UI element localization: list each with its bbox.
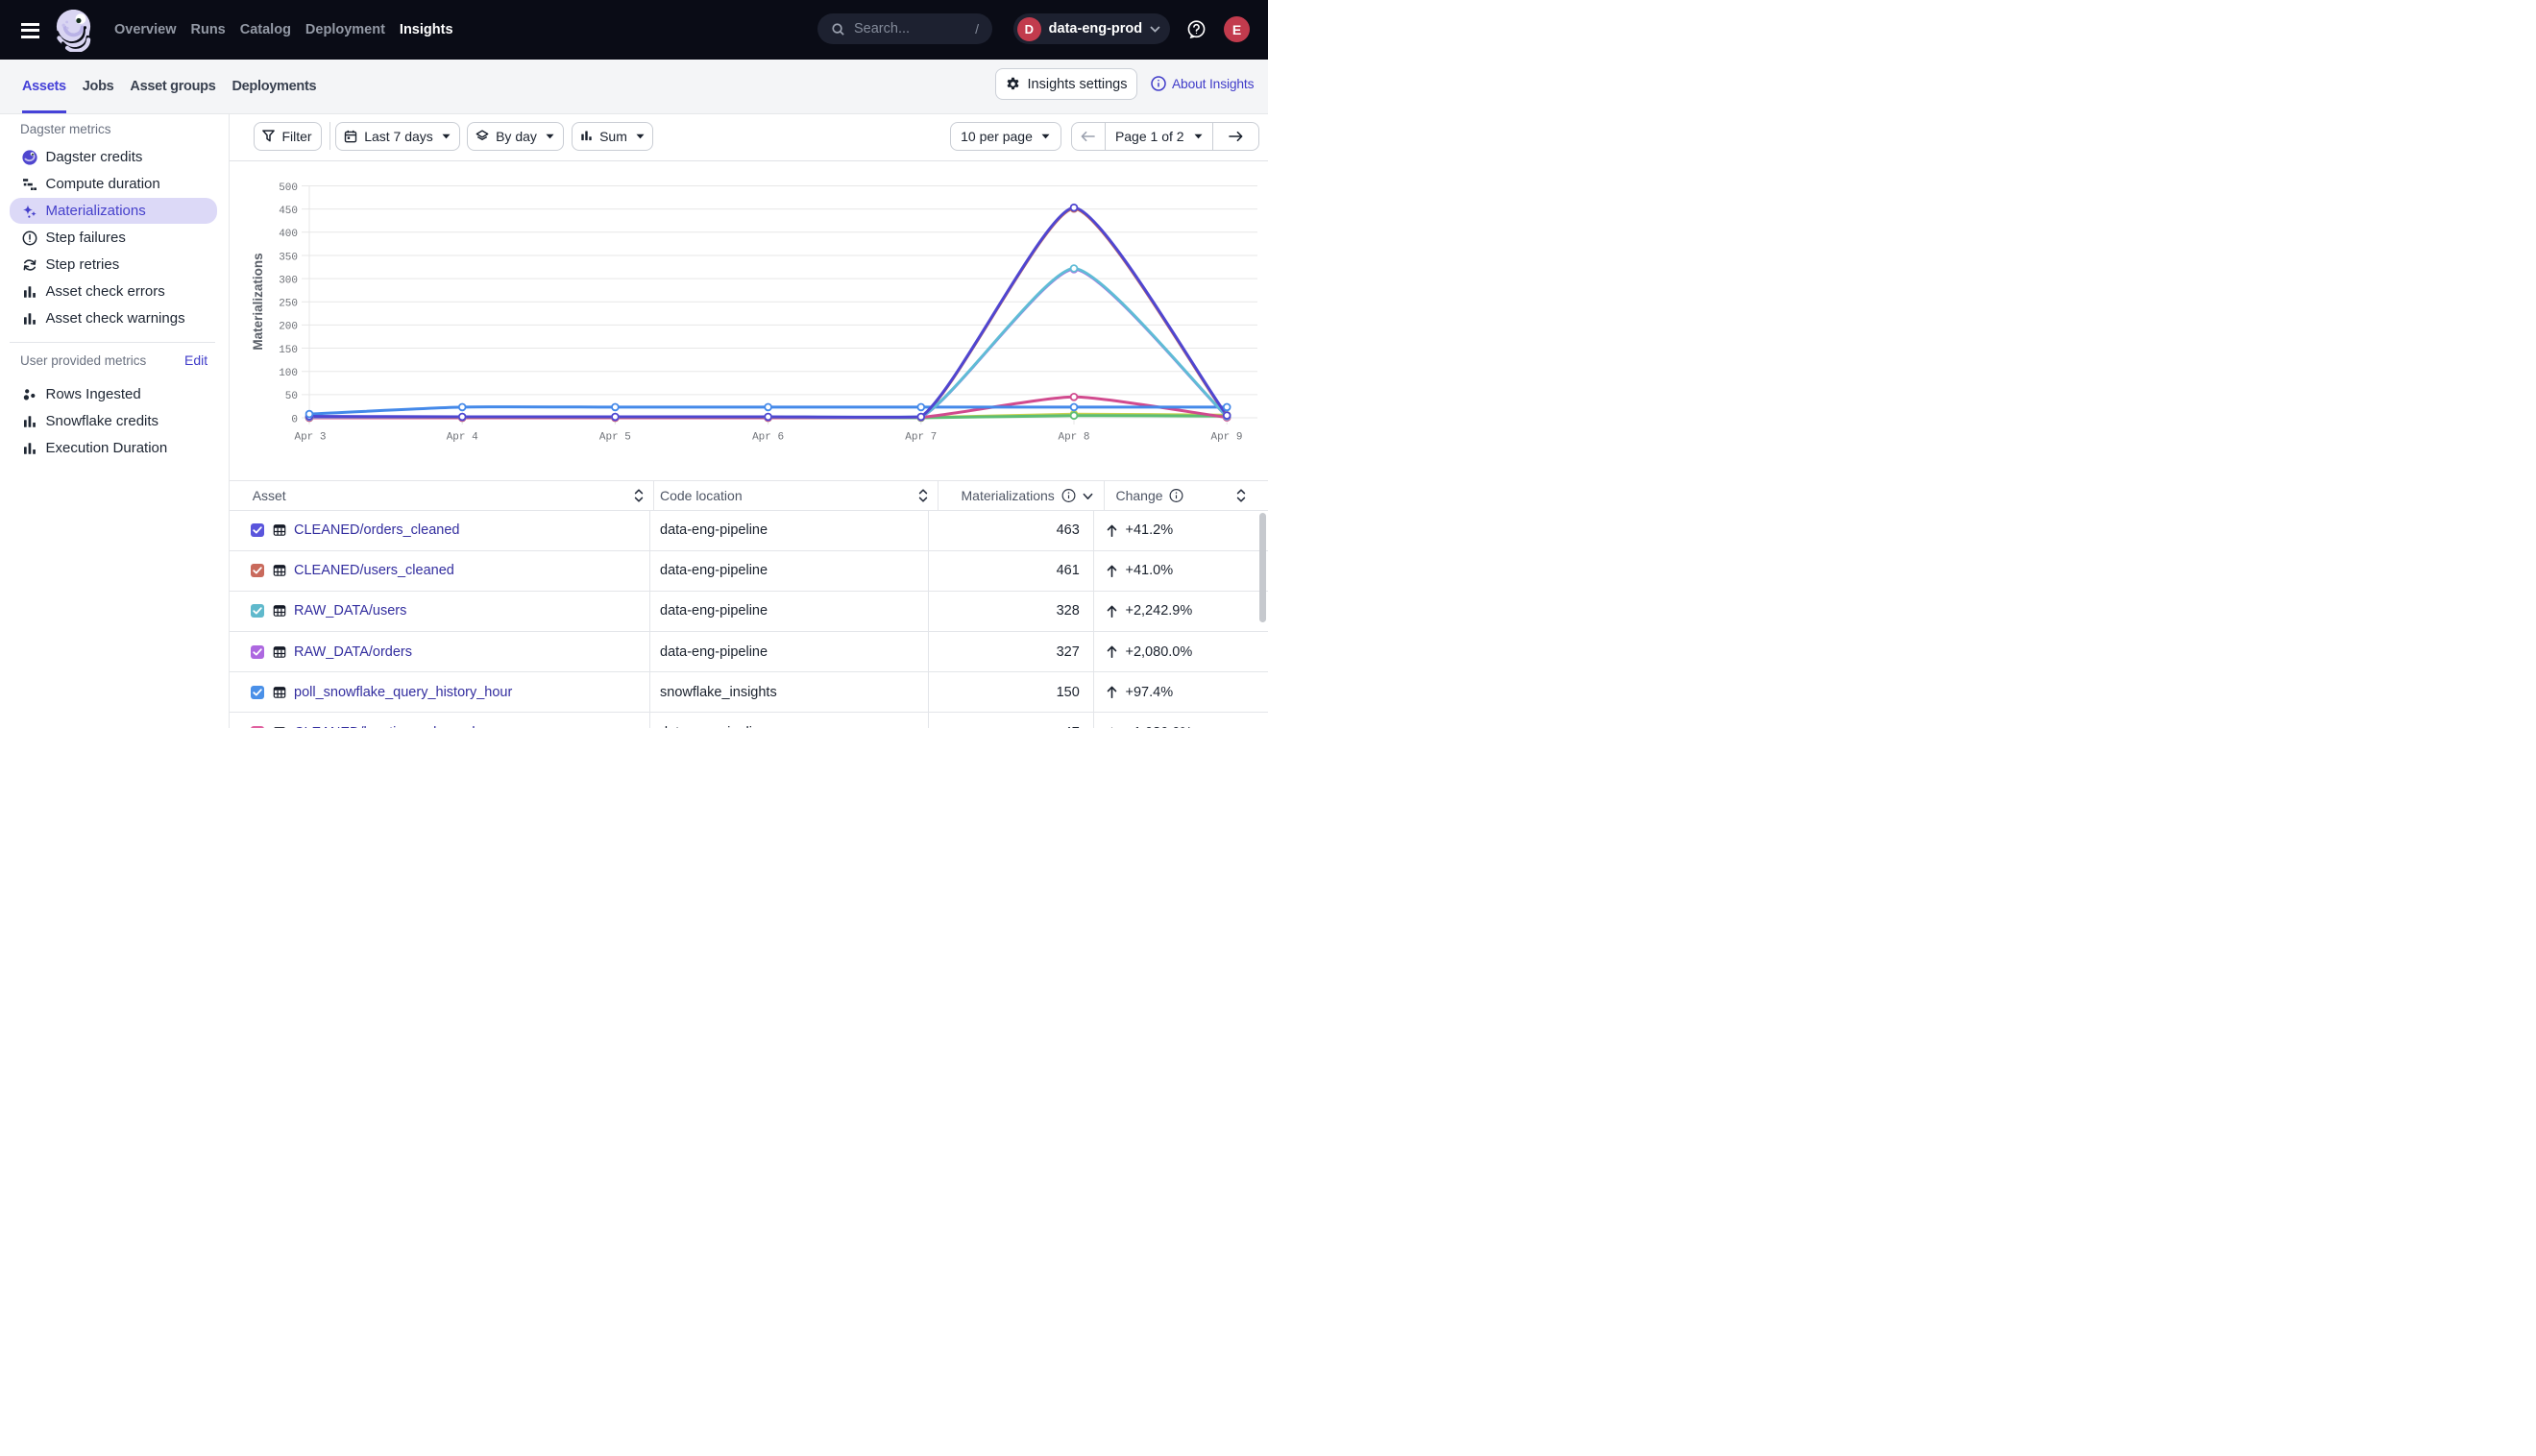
svg-text:500: 500 — [279, 182, 298, 194]
svg-text:0: 0 — [291, 414, 298, 425]
svg-text:Apr 8: Apr 8 — [1058, 431, 1089, 443]
svg-text:150: 150 — [279, 345, 298, 356]
svg-text:200: 200 — [279, 322, 298, 333]
svg-text:100: 100 — [279, 368, 298, 379]
svg-text:Apr 7: Apr 7 — [905, 431, 937, 443]
svg-text:300: 300 — [279, 275, 298, 286]
svg-text:Apr 6: Apr 6 — [752, 431, 784, 443]
svg-text:Apr 3: Apr 3 — [294, 431, 326, 443]
svg-text:Apr 9: Apr 9 — [1210, 431, 1242, 443]
svg-text:350: 350 — [279, 252, 298, 263]
svg-text:Apr 4: Apr 4 — [447, 431, 478, 443]
svg-text:250: 250 — [279, 299, 298, 310]
svg-text:Materializations: Materializations — [251, 253, 265, 350]
svg-text:450: 450 — [279, 206, 298, 217]
svg-text:400: 400 — [279, 229, 298, 240]
svg-text:Apr 5: Apr 5 — [599, 431, 631, 443]
svg-text:50: 50 — [285, 391, 298, 402]
